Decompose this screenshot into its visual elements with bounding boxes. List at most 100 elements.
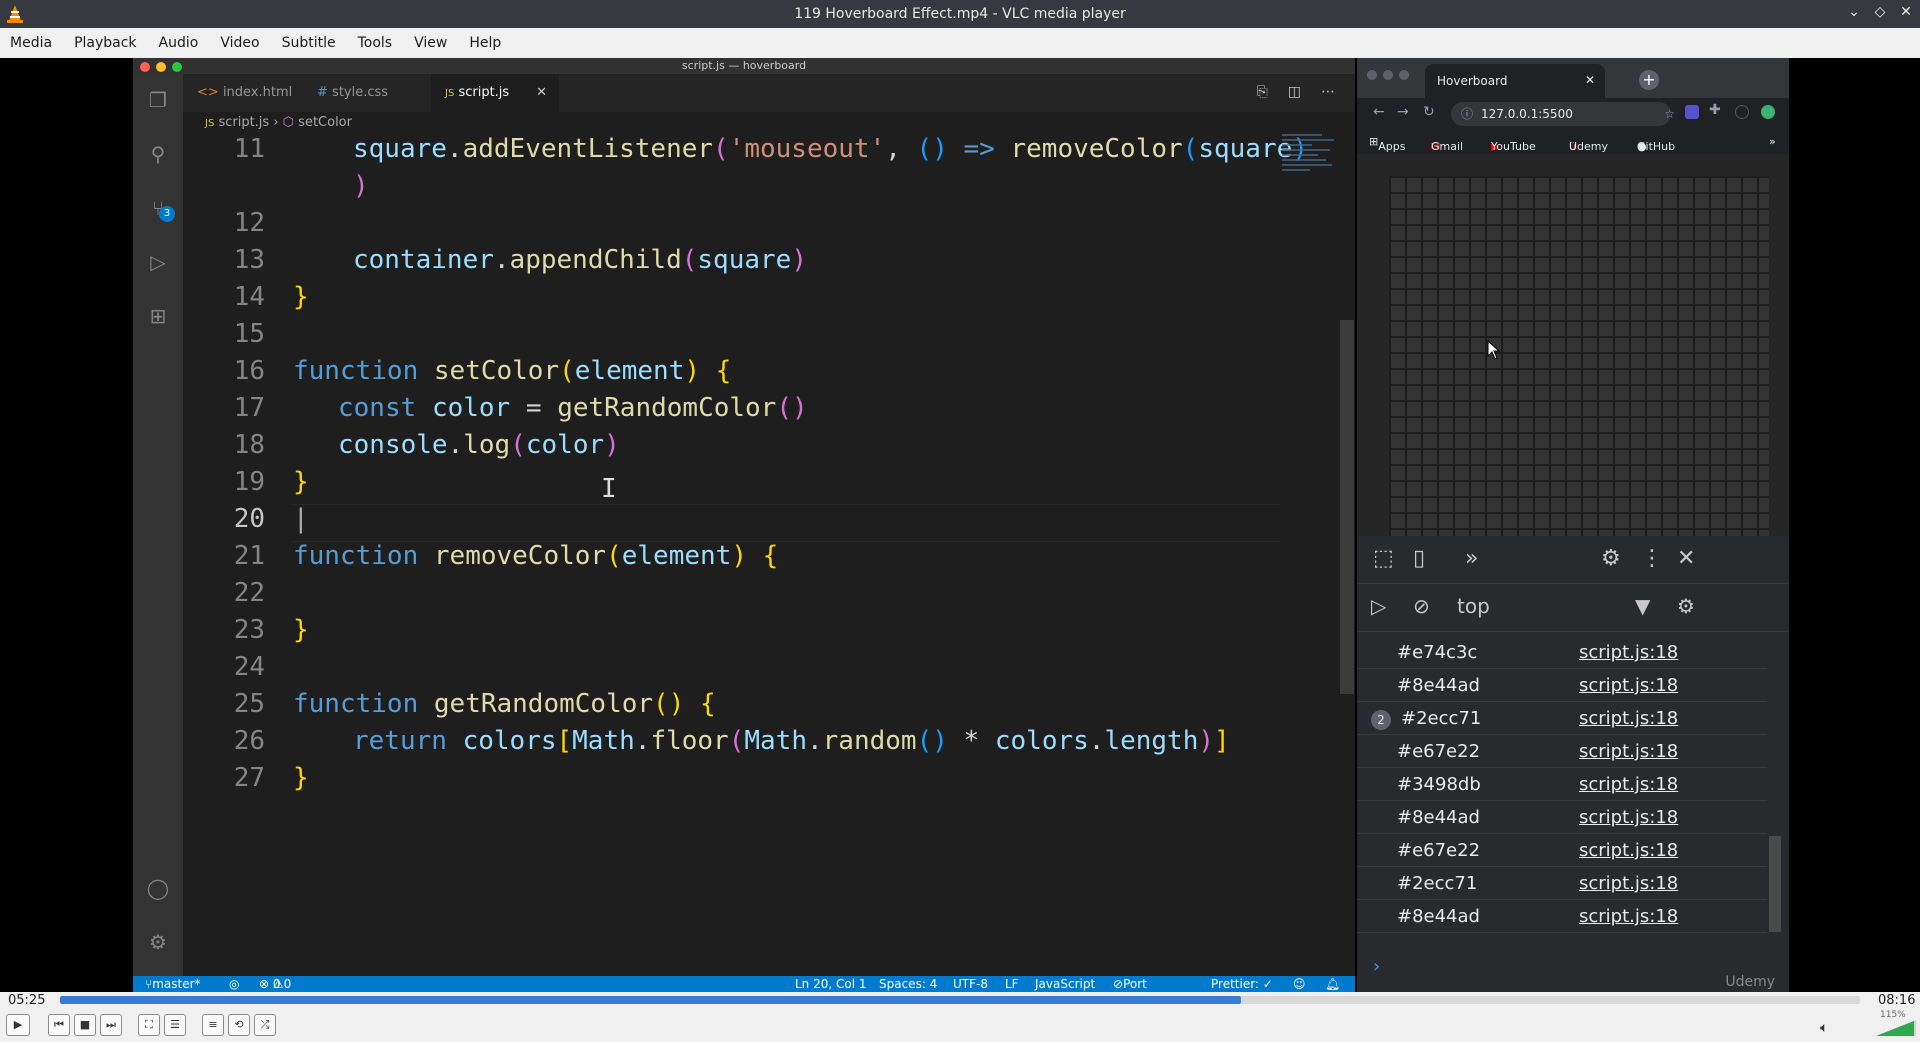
feedback-icon[interactable]: ☺: [1293, 976, 1306, 992]
sidebar-toggle-icon[interactable]: ▷: [1371, 594, 1386, 618]
settings-gear-icon[interactable]: ⚙: [1601, 546, 1621, 571]
menu-playback[interactable]: Playback: [74, 35, 136, 51]
tab-style-css[interactable]: # style.css: [303, 74, 431, 112]
source-link[interactable]: script.js:18: [1579, 906, 1678, 927]
play-button[interactable]: ▶: [6, 1014, 30, 1036]
prettier-status[interactable]: Prettier: ✓: [1211, 976, 1273, 992]
encoding[interactable]: UTF-8: [953, 976, 988, 992]
run-debug-icon[interactable]: ▷: [146, 250, 170, 274]
back-icon[interactable]: ←: [1373, 104, 1385, 120]
window-title: 119 Hoverboard Effect.mp4 - VLC media pl…: [794, 6, 1126, 22]
errors-count: 0: [272, 977, 281, 991]
puzzle-icon[interactable]: ✚: [1709, 102, 1721, 118]
close-icon[interactable]: ✕: [1898, 4, 1914, 20]
fullscreen-button[interactable]: ⛶: [138, 1014, 160, 1036]
close-devtools-icon[interactable]: ✕: [1677, 546, 1695, 571]
maximize-icon[interactable]: ◇: [1872, 4, 1888, 20]
sync-icon[interactable]: ◎: [229, 976, 239, 992]
more-tabs-icon[interactable]: »: [1465, 546, 1478, 571]
context-selector[interactable]: top: [1457, 594, 1490, 618]
console-settings-gear-icon[interactable]: ⚙: [1677, 594, 1695, 618]
source-link[interactable]: script.js:18: [1579, 807, 1678, 828]
more-actions-icon[interactable]: ⋯: [1321, 84, 1335, 100]
settings-gear-icon[interactable]: ⚙: [146, 930, 170, 954]
source-link[interactable]: script.js:18: [1579, 708, 1678, 729]
stop-button[interactable]: ■: [74, 1014, 96, 1036]
close-tab-icon[interactable]: ✕: [1585, 73, 1595, 87]
minimap[interactable]: [1282, 134, 1340, 184]
split-editor-icon[interactable]: ◫: [1288, 84, 1301, 100]
next-button[interactable]: ⏭: [100, 1014, 122, 1036]
menu-media[interactable]: Media: [10, 35, 52, 51]
forward-icon[interactable]: →: [1397, 104, 1409, 120]
console-row: #8e44ad script.js:18: [1357, 900, 1767, 933]
shuffle-button[interactable]: ⤮: [254, 1014, 276, 1036]
log-value: #2ecc71: [1397, 873, 1478, 894]
source-link[interactable]: script.js:18: [1579, 774, 1678, 795]
menu-subtitle[interactable]: Subtitle: [282, 35, 336, 51]
breadcrumb-file[interactable]: script.js: [218, 115, 269, 130]
source-link[interactable]: script.js:18: [1579, 873, 1678, 894]
account-icon[interactable]: ◯: [146, 876, 170, 900]
tab-index-html[interactable]: <> index.html: [183, 74, 303, 112]
loop-button[interactable]: ⟲: [228, 1014, 250, 1036]
chevron-right-icon: ›: [273, 115, 283, 130]
minimize-icon[interactable]: ⌄: [1846, 4, 1862, 20]
reload-icon[interactable]: ↻: [1423, 104, 1435, 120]
open-changes-icon[interactable]: ⎘: [1257, 84, 1268, 100]
problems-indicator[interactable]: ⊗ 0 ⚠ 0: [259, 976, 291, 992]
function-symbol-icon: ⬡: [282, 115, 295, 130]
profile-icon[interactable]: [1735, 105, 1749, 119]
notifications-bell-icon[interactable]: 🔔︎: [1325, 976, 1340, 992]
extension-icon[interactable]: [1685, 105, 1699, 119]
explorer-icon[interactable]: ❐: [146, 88, 170, 112]
source-link[interactable]: script.js:18: [1579, 741, 1678, 762]
inspect-element-icon[interactable]: ⬚: [1373, 546, 1394, 571]
hoverboard-grid[interactable]: [1389, 176, 1769, 536]
bookmark-apps[interactable]: ⊞ Apps: [1369, 135, 1405, 153]
speaker-icon[interactable]: 🔈︎: [1820, 1020, 1828, 1036]
menu-help[interactable]: Help: [469, 35, 501, 51]
cursor-position[interactable]: Ln 20, Col 1: [795, 976, 867, 992]
chevron-down-icon[interactable]: ▼: [1635, 594, 1650, 618]
bookmarks-overflow-icon[interactable]: »: [1769, 135, 1776, 148]
eol[interactable]: LF: [1005, 976, 1019, 992]
browser-tab[interactable]: Hoverboard ✕: [1425, 64, 1605, 98]
star-icon[interactable]: ☆: [1664, 102, 1675, 126]
address-bar[interactable]: ⓘ 127.0.0.1:5500 ☆: [1451, 102, 1675, 126]
source-link[interactable]: script.js:18: [1579, 642, 1678, 663]
menu-view[interactable]: View: [414, 35, 447, 51]
editor-scrollbar[interactable]: [1340, 320, 1354, 694]
clear-console-icon[interactable]: ⊘: [1413, 594, 1430, 618]
new-tab-icon[interactable]: +: [1639, 70, 1659, 90]
git-branch[interactable]: ⑂ master*: [145, 976, 201, 992]
menu-video[interactable]: Video: [220, 35, 259, 51]
search-icon[interactable]: ⚲: [146, 142, 170, 166]
log-value: #3498db: [1397, 774, 1481, 795]
devtools-toolbar: ⬚ ▯ » ⚙ ⋮ ✕: [1357, 536, 1789, 584]
kebab-menu-icon[interactable]: ⋮: [1641, 546, 1663, 571]
console-scrollbar[interactable]: [1769, 836, 1781, 932]
source-link[interactable]: script.js:18: [1579, 675, 1678, 696]
volume-slider[interactable]: [1876, 1020, 1916, 1036]
console-prompt[interactable]: ›: [1373, 956, 1380, 977]
update-icon[interactable]: [1761, 105, 1775, 119]
extended-settings-button[interactable]: ☰: [164, 1014, 186, 1036]
code-editor[interactable]: 11 12 13 14 15 16 17 18 19 20 21 22 23 2…: [183, 134, 1308, 964]
seek-slider[interactable]: [60, 996, 1860, 1004]
language-mode[interactable]: JavaScript: [1035, 976, 1095, 992]
close-tab-icon[interactable]: ✕: [536, 74, 547, 112]
device-toolbar-icon[interactable]: ▯: [1413, 546, 1425, 571]
menu-audio[interactable]: Audio: [159, 35, 199, 51]
playlist-button[interactable]: ≡: [202, 1014, 224, 1036]
menu-tools[interactable]: Tools: [358, 35, 393, 51]
source-link[interactable]: script.js:18: [1579, 840, 1678, 861]
breadcrumb-symbol[interactable]: setColor: [298, 115, 352, 130]
tab-script-js[interactable]: JS script.js ✕: [431, 74, 559, 112]
indentation[interactable]: Spaces: 4: [879, 976, 937, 992]
live-server-port[interactable]: ⊘ Port : 5500: [1113, 976, 1154, 1023]
page-viewport[interactable]: [1357, 154, 1789, 536]
line-number: 25: [233, 689, 265, 719]
extensions-icon[interactable]: ⊞: [146, 304, 170, 328]
previous-button[interactable]: ⏮: [48, 1014, 70, 1036]
